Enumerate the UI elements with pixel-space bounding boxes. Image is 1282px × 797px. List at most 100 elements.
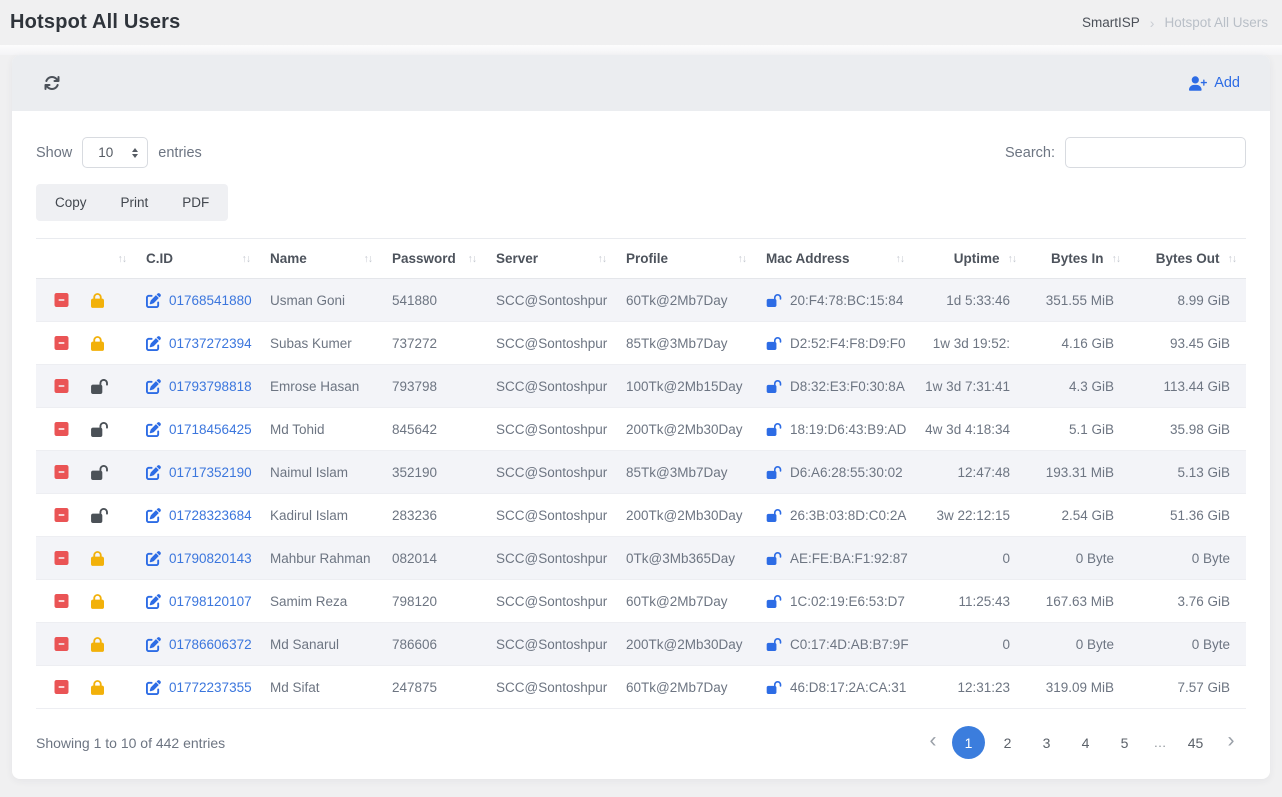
export-copy-button[interactable]: Copy xyxy=(38,185,104,220)
export-pdf-button[interactable]: PDF xyxy=(165,185,226,220)
column-header-server[interactable]: Server↑↓ xyxy=(486,239,616,279)
password-cell: 798120 xyxy=(382,580,486,623)
export-print-button[interactable]: Print xyxy=(104,185,166,220)
cid-link[interactable]: 01718456425 xyxy=(169,422,252,437)
table-row: 01718456425Md Tohid845642SCC@Sontoshpur2… xyxy=(36,408,1246,451)
name-cell: Emrose Hasan xyxy=(260,365,382,408)
bytes-out-cell: 51.36 GiB xyxy=(1130,494,1246,537)
page-size-select[interactable]: 10 xyxy=(82,137,148,168)
mac-bind-lock-icon[interactable] xyxy=(766,423,782,436)
unlock-icon[interactable] xyxy=(91,422,108,437)
edit-user-icon[interactable] xyxy=(146,637,161,652)
lock-icon[interactable] xyxy=(91,594,104,609)
pagination-prev-button[interactable]: ‹ xyxy=(920,726,946,759)
column-header-bytes_out[interactable]: Bytes Out↑↓ xyxy=(1130,239,1246,279)
cid-link[interactable]: 01786606372 xyxy=(169,637,252,652)
pagination-page-5-button[interactable]: 5 xyxy=(1108,726,1141,759)
edit-user-icon[interactable] xyxy=(146,680,161,695)
lock-icon[interactable] xyxy=(91,637,104,652)
cid-link[interactable]: 01798120107 xyxy=(169,594,252,609)
mac-bind-lock-icon[interactable] xyxy=(766,509,782,522)
breadcrumb-link-smartisp[interactable]: SmartISP xyxy=(1082,15,1140,30)
edit-user-icon[interactable] xyxy=(146,379,161,394)
pagination-page-45-button[interactable]: 45 xyxy=(1179,726,1212,759)
cid-cell: 01717352190 xyxy=(136,451,260,494)
edit-user-icon[interactable] xyxy=(146,336,161,351)
pagination-page-3-button[interactable]: 3 xyxy=(1030,726,1063,759)
name-cell: Mahbur Rahman xyxy=(260,537,382,580)
disable-user-icon[interactable] xyxy=(54,636,69,652)
disable-user-icon[interactable] xyxy=(54,679,69,695)
unlock-icon[interactable] xyxy=(91,379,108,394)
bytes-in-cell: 167.63 MiB xyxy=(1026,580,1130,623)
cid-link[interactable]: 01737272394 xyxy=(169,336,252,351)
pagination-next-button[interactable]: › xyxy=(1218,726,1244,759)
bytes-out-cell: 3.76 GiB xyxy=(1130,580,1246,623)
edit-user-icon[interactable] xyxy=(146,465,161,480)
unlock-icon[interactable] xyxy=(91,465,108,480)
lock-icon[interactable] xyxy=(91,551,104,566)
disable-user-icon[interactable] xyxy=(54,507,69,523)
lock-icon[interactable] xyxy=(91,680,104,695)
pagination-page-4-button[interactable]: 4 xyxy=(1069,726,1102,759)
sort-arrows-icon: ↑↓ xyxy=(738,253,747,265)
pagination-page-2-button[interactable]: 2 xyxy=(991,726,1024,759)
pagination: ‹12345…45› xyxy=(920,726,1246,759)
mac-bind-lock-icon[interactable] xyxy=(766,337,782,350)
edit-user-icon[interactable] xyxy=(146,293,161,308)
mac-bind-lock-icon[interactable] xyxy=(766,294,782,307)
mac-bind-lock-icon[interactable] xyxy=(766,380,782,393)
pagination-page-1-button[interactable]: 1 xyxy=(952,726,985,759)
bytes-in-cell: 4.16 GiB xyxy=(1026,322,1130,365)
server-cell: SCC@Sontoshpur xyxy=(486,279,616,322)
disable-user-icon[interactable] xyxy=(54,464,69,480)
edit-user-icon[interactable] xyxy=(146,508,161,523)
mac-bind-lock-icon[interactable] xyxy=(766,466,782,479)
search-input[interactable] xyxy=(1065,137,1246,168)
unlock-icon[interactable] xyxy=(91,508,108,523)
cid-link[interactable]: 01728323684 xyxy=(169,508,252,523)
uptime-cell: 1d 5:33:46 xyxy=(914,279,1026,322)
mac-bind-lock-icon[interactable] xyxy=(766,638,782,651)
disable-user-icon[interactable] xyxy=(54,593,69,609)
column-header-bytes_in[interactable]: Bytes In↑↓ xyxy=(1026,239,1130,279)
bytes-in-cell: 351.55 MiB xyxy=(1026,279,1130,322)
disable-user-icon[interactable] xyxy=(54,550,69,566)
column-header-name[interactable]: Name↑↓ xyxy=(260,239,382,279)
cid-link[interactable]: 01768541880 xyxy=(169,293,252,308)
cid-link[interactable]: 01772237355 xyxy=(169,680,252,695)
cid-link[interactable]: 01790820143 xyxy=(169,551,252,566)
lock-icon[interactable] xyxy=(91,293,104,308)
column-header-actions[interactable]: ↑↓ xyxy=(36,239,136,279)
mac-bind-lock-icon[interactable] xyxy=(766,595,782,608)
cid-cell: 01768541880 xyxy=(136,279,260,322)
edit-user-icon[interactable] xyxy=(146,594,161,609)
table-head: ↑↓C.ID↑↓Name↑↓Password↑↓Server↑↓Profile↑… xyxy=(36,239,1246,279)
column-label: Profile xyxy=(626,251,668,266)
column-header-profile[interactable]: Profile ↑↓ xyxy=(616,239,756,279)
cid-link[interactable]: 01717352190 xyxy=(169,465,252,480)
column-header-uptime[interactable]: Uptime↑↓ xyxy=(914,239,1026,279)
profile-cell: 100Tk@2Mb15Day xyxy=(616,365,756,408)
column-header-password[interactable]: Password↑↓ xyxy=(382,239,486,279)
add-user-button[interactable]: Add xyxy=(1183,74,1246,92)
edit-user-icon[interactable] xyxy=(146,422,161,437)
mac-bind-lock-icon[interactable] xyxy=(766,681,782,694)
disable-user-icon[interactable] xyxy=(54,292,69,308)
cid-link[interactable]: 01793798818 xyxy=(169,379,252,394)
disable-user-icon[interactable] xyxy=(54,335,69,351)
uptime-cell: 1w 3d 7:31:41 xyxy=(914,365,1026,408)
table-body: 01768541880Usman Goni541880SCC@Sontoshpu… xyxy=(36,279,1246,709)
mac-bind-lock-icon[interactable] xyxy=(766,552,782,565)
bytes-in-cell: 0 Byte xyxy=(1026,623,1130,666)
mac-value: D2:52:F4:F8:D9:F0 xyxy=(790,336,906,351)
disable-user-icon[interactable] xyxy=(54,378,69,394)
edit-user-icon[interactable] xyxy=(146,551,161,566)
lock-icon[interactable] xyxy=(91,336,104,351)
disable-user-icon[interactable] xyxy=(54,421,69,437)
column-header-cid[interactable]: C.ID↑↓ xyxy=(136,239,260,279)
refresh-button[interactable] xyxy=(40,71,64,95)
name-cell: Kadirul Islam xyxy=(260,494,382,537)
mac-value: 1C:02:19:E6:53:D7 xyxy=(790,594,905,609)
column-header-mac[interactable]: Mac Address↑↓ xyxy=(756,239,914,279)
